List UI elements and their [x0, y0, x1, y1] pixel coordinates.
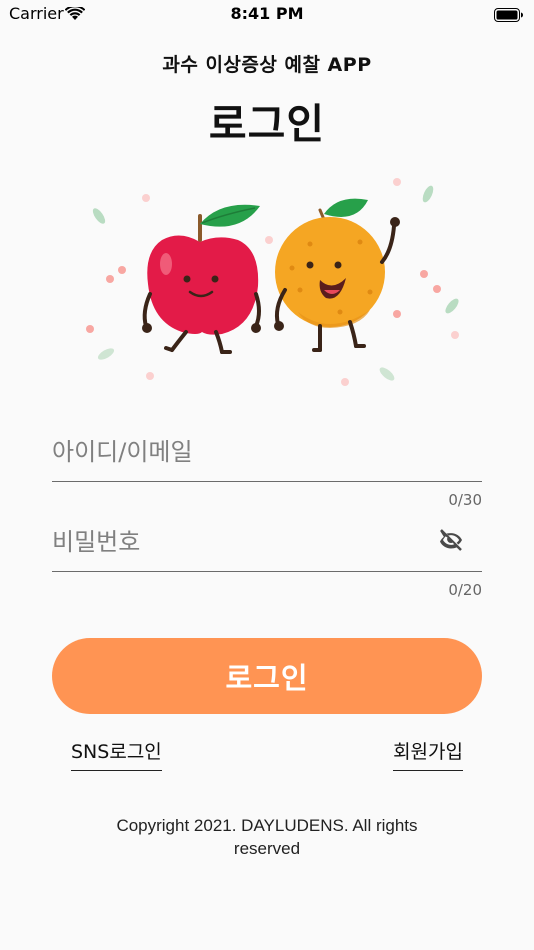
- orange-character: [274, 198, 400, 352]
- sns-login-link[interactable]: SNS로그인: [71, 737, 162, 771]
- fruit-illustration: [70, 172, 470, 392]
- apple-character: [142, 204, 261, 354]
- signup-link[interactable]: 회원가입: [393, 737, 463, 771]
- login-button[interactable]: 로그인: [52, 638, 482, 714]
- password-char-counter: 0/20: [448, 581, 482, 599]
- confetti: [86, 178, 459, 386]
- id-char-counter: 0/30: [448, 491, 482, 509]
- password-field[interactable]: [52, 515, 482, 572]
- id-input[interactable]: [52, 427, 412, 477]
- status-bar: Carrier 8:41 PM: [0, 0, 534, 30]
- eye-off-icon[interactable]: [436, 525, 466, 555]
- password-input[interactable]: [52, 517, 412, 567]
- clock: 8:41 PM: [230, 4, 304, 23]
- app-subtitle: 과수 이상증상 예찰 APP: [162, 54, 372, 76]
- copyright-text: Copyright 2021. DAYLUDENS. All rights re…: [116, 816, 418, 858]
- page-title: 로그인: [208, 100, 326, 148]
- id-field[interactable]: [52, 425, 482, 482]
- battery-icon: [494, 7, 524, 26]
